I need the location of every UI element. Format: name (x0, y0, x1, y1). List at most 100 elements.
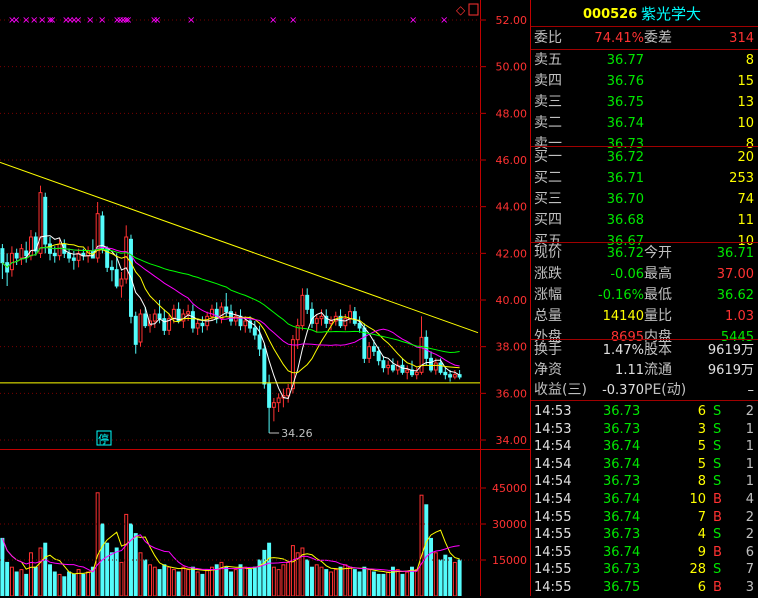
candle-body (57, 243, 62, 257)
event-marker: × (409, 15, 417, 26)
finance-label: 流通 (644, 362, 672, 378)
candle-body (448, 374, 453, 378)
volume-bar (286, 561, 291, 596)
candle-body (300, 294, 305, 327)
volume-bar (5, 561, 10, 596)
quote-row: 涨跌 -0.06 最高 37.00 (531, 264, 758, 285)
buy-row: 买一 36.72 20 (531, 147, 758, 168)
sell-label: 卖五 (534, 52, 562, 68)
volume-bar (52, 571, 57, 596)
volume-bar (452, 561, 457, 596)
stock-header: 000526 紫光学大 (531, 4, 758, 25)
candle-body (195, 322, 200, 329)
candle-body (0, 248, 5, 264)
volume-bar (433, 552, 438, 596)
volume-bar (176, 571, 181, 596)
candle-body (400, 364, 405, 373)
volume-bar (224, 566, 229, 596)
volume-bar (186, 569, 191, 596)
volume-bar (309, 566, 314, 596)
finance-value: 9619万 (707, 363, 754, 378)
kline-chart[interactable]: 34.00 36.00 38.00 40.00 42.00 44.00 46.00 48.00… (0, 0, 531, 596)
volume-bar (400, 573, 405, 596)
stock-name: 紫光学大 (641, 5, 702, 23)
candle-body (443, 371, 448, 376)
buy-row: 买四 36.68 11 (531, 210, 758, 231)
finance-value: 9619万 (707, 343, 754, 358)
volume-bar (243, 566, 248, 596)
buy-label: 买四 (534, 212, 562, 228)
candle-body (305, 294, 310, 310)
volume-bar (86, 571, 91, 596)
candle-body (319, 315, 324, 320)
finance-label: 换手 (534, 342, 562, 358)
candle-body (109, 266, 114, 271)
volume-tick-label: 15000 (492, 554, 527, 567)
event-marker: × (440, 15, 448, 26)
finance-label: 收益(三) (534, 382, 587, 398)
price-tick-label: 50.00 (496, 61, 528, 74)
sell-row: 卖五 36.77 8 (531, 50, 758, 71)
sell-price: 36.74 (606, 116, 644, 131)
candle-body (171, 308, 176, 320)
finance-value: -0.370 (602, 383, 644, 398)
candle-body (314, 318, 319, 324)
volume-bar (429, 537, 434, 596)
volume-bar (43, 542, 48, 596)
volume-bar (195, 571, 200, 596)
volume-bar (271, 566, 276, 596)
square-icon[interactable] (468, 3, 479, 16)
volume-bar (362, 566, 367, 596)
candle-body (38, 192, 43, 254)
candle-body (329, 320, 333, 324)
finance-row: 收益(三) -0.370 PE(动) – (531, 380, 758, 401)
volume-bar (443, 554, 448, 596)
candle-body (71, 257, 76, 261)
volume-bar (28, 552, 33, 596)
quote-label: 今开 (644, 245, 672, 261)
event-marker: × (124, 15, 132, 26)
quote-label: 总量 (534, 308, 562, 324)
sell-price: 36.75 (606, 95, 644, 110)
buy-label: 买三 (534, 191, 562, 207)
volume-bar (248, 569, 253, 596)
event-marker: × (153, 15, 161, 26)
volume-tick-label: 30000 (492, 518, 527, 531)
volume-bar (357, 571, 362, 596)
candle-body (438, 362, 443, 373)
volume-bar (124, 513, 129, 596)
quote-value: -0.16% (598, 288, 644, 303)
buy-volume: 11 (737, 213, 754, 228)
sell-price: 36.76 (606, 74, 644, 89)
volume-bar (376, 573, 381, 596)
volume-bar (386, 571, 391, 596)
candle-body (186, 311, 191, 315)
volume-bar (395, 569, 400, 596)
volume-bar (352, 569, 357, 596)
header-icons[interactable]: ◇ (456, 3, 479, 17)
buy-price: 36.72 (606, 150, 644, 165)
candle-body (200, 322, 205, 327)
volume-bar (381, 573, 386, 596)
quote-row: 涨幅 -0.16% 最低 36.62 (531, 285, 758, 306)
wc-label: 委差 (644, 30, 672, 46)
volume-bar (105, 542, 110, 596)
low-price-label: 34.26 (281, 427, 313, 440)
volume-bar (62, 576, 67, 596)
candle-body (343, 318, 348, 327)
price-tick-label: 34.00 (496, 434, 528, 447)
candle-body (367, 346, 372, 359)
diamond-icon[interactable]: ◇ (456, 3, 466, 17)
annotations: 34.26 停 (96, 427, 313, 446)
volume-bar (281, 564, 286, 596)
buy-price: 36.71 (606, 171, 644, 186)
candle-body (152, 313, 157, 322)
candle-body (257, 334, 262, 350)
candle-body (452, 374, 457, 378)
volume-bar (276, 569, 281, 596)
buy-volume: 20 (737, 150, 754, 165)
candle-body (429, 357, 434, 371)
candle-body (224, 306, 229, 313)
tick-row[interactable]: 14:55 36.75 6 B 3 (531, 577, 758, 598)
volume-bar (209, 566, 214, 596)
